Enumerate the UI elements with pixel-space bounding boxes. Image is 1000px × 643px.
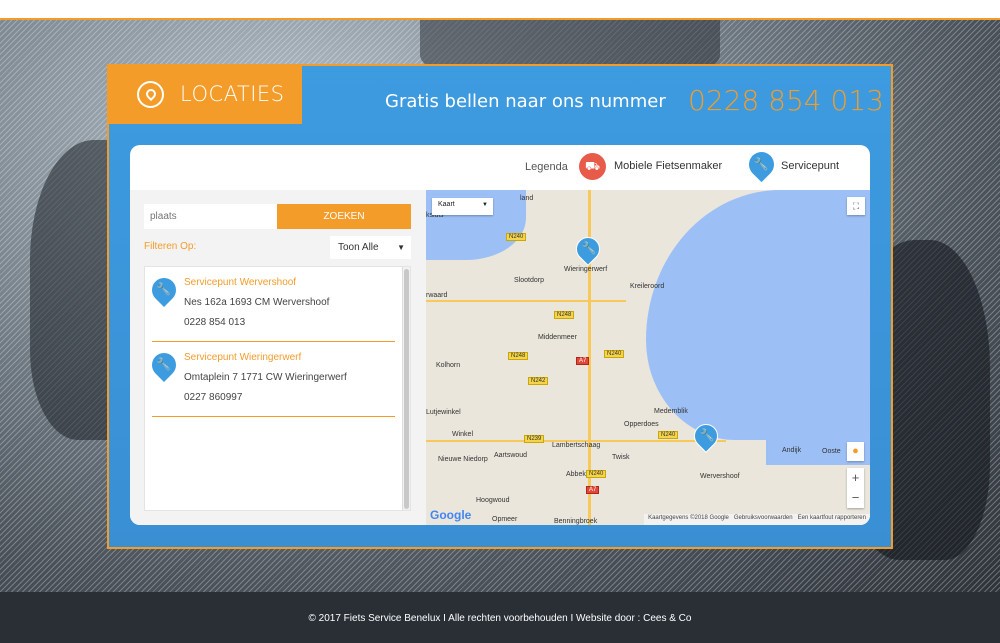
legend-service-label: Servicepunt: [781, 160, 840, 172]
map-label: Twisk: [612, 454, 630, 461]
map-marker-wieringerwerf[interactable]: 🔧: [571, 232, 605, 266]
road-badge: N248: [508, 352, 529, 360]
map-label: land: [520, 195, 534, 202]
map-type-label: Kaart: [438, 201, 455, 208]
wrench-icon: 🔧: [743, 146, 780, 183]
locations-title: LOCATIES: [180, 82, 285, 106]
location-pin-icon: [137, 80, 164, 108]
google-logo: Google: [430, 508, 472, 522]
locations-card: Legenda ⛟ Mobiele Fietsenmaker 🔧 Service…: [130, 145, 870, 525]
truck-icon: ⛟: [579, 153, 606, 180]
list-item[interactable]: 🔧 Servicepunt Wieringerwerf Omtaplein 7 …: [147, 342, 395, 417]
map-label: Lambertschaag: [552, 442, 601, 449]
map[interactable]: land ksluis Wieringerwerf Slootdorp Krei…: [426, 190, 870, 525]
road-badge: N240: [604, 350, 625, 358]
map-label: Aartswoud: [494, 452, 528, 459]
wrench-icon: 🔧: [147, 273, 181, 307]
search-sidebar: ZOEKEN Filteren Op: Toon Alle ▼ 🔧 Servic…: [130, 190, 426, 525]
legend-mobile-label: Mobiele Fietsenmaker: [614, 160, 723, 172]
map-label: Opperdoes: [624, 421, 659, 428]
footer-text: © 2017 Fiets Service Benelux I Alle rech…: [308, 613, 692, 624]
map-road: [426, 300, 626, 302]
filter-select[interactable]: Toon Alle ▼: [330, 236, 411, 259]
road-badge: A7: [576, 357, 590, 365]
map-label: Lutjewinkel: [426, 409, 461, 416]
attribution-terms[interactable]: Gebruiksvoorwaarden: [734, 515, 793, 521]
pegman-icon[interactable]: ●: [847, 442, 864, 461]
call-text: Gratis bellen naar ons nummer: [385, 91, 666, 112]
map-label: Wervershoof: [700, 473, 740, 480]
filter-selected-value: Toon Alle: [338, 242, 379, 253]
map-label: Ooste: [822, 448, 841, 455]
scroll-thumb[interactable]: [404, 269, 409, 509]
map-label: Hoogwoud: [476, 497, 510, 504]
result-phone: 0227 860997: [184, 392, 243, 403]
road-badge: N239: [524, 435, 545, 443]
result-phone: 0228 854 013: [184, 317, 246, 328]
zoom-out-button[interactable]: −: [847, 488, 864, 508]
road-badge: A7: [586, 486, 600, 494]
map-label: Wieringerwerf: [564, 266, 608, 273]
map-label: Opmeer: [492, 516, 518, 523]
map-water: [646, 190, 870, 440]
legend-label: Legenda: [525, 161, 568, 173]
search-input[interactable]: [144, 204, 277, 229]
footer: © 2017 Fiets Service Benelux I Alle rech…: [0, 592, 1000, 643]
result-address: Omtaplein 7 1771 CW Wieringerwerf: [184, 372, 347, 383]
filter-label: Filteren Op:: [144, 241, 197, 252]
top-bar: [0, 0, 1000, 20]
legend: Legenda ⛟ Mobiele Fietsenmaker 🔧 Service…: [130, 145, 870, 190]
zoom-control: + −: [847, 468, 864, 508]
map-label: Benningbroek: [554, 518, 598, 525]
attribution-report[interactable]: Een kaartfout rapporteren: [798, 515, 866, 521]
fullscreen-icon[interactable]: ⛶: [847, 197, 865, 215]
map-label: Andijk: [782, 447, 802, 454]
map-label: Slootdorp: [514, 277, 544, 284]
map-label: Nieuwe Niedorp: [438, 456, 488, 463]
wrench-icon: 🔧: [147, 348, 181, 382]
phone-number[interactable]: 0228 854 013: [688, 84, 884, 117]
road-badge: N248: [554, 311, 575, 319]
map-type-select[interactable]: Kaart ▼: [432, 198, 493, 215]
road-badge: N240: [586, 470, 607, 478]
road-badge: N240: [506, 233, 527, 241]
search-button[interactable]: ZOEKEN: [277, 204, 411, 229]
map-label: rwaard: [426, 292, 448, 299]
result-name[interactable]: Servicepunt Wieringerwerf: [184, 352, 301, 363]
road-badge: N240: [658, 431, 679, 439]
result-name[interactable]: Servicepunt Wervershoof: [184, 277, 296, 288]
chevron-down-icon: ▼: [397, 243, 405, 252]
zoom-in-button[interactable]: +: [847, 468, 864, 488]
map-label: Middenmeer: [538, 334, 577, 341]
locations-tab: LOCATIES: [107, 64, 302, 124]
map-label: Medemblik: [654, 408, 688, 415]
map-attribution: Kaartgegevens ©2018 Google Gebruiksvoorw…: [644, 514, 870, 525]
map-label: Winkel: [452, 431, 474, 438]
road-badge: N242: [528, 377, 549, 385]
map-label: Kreileroord: [630, 283, 665, 290]
list-item[interactable]: 🔧 Servicepunt Wervershoof Nes 162a 1693 …: [147, 267, 395, 342]
chevron-down-icon: ▼: [482, 202, 488, 208]
attribution-data: Kaartgegevens ©2018 Google: [648, 515, 729, 521]
results-list: 🔧 Servicepunt Wervershoof Nes 162a 1693 …: [144, 266, 411, 511]
results-scrollbar[interactable]: [402, 267, 410, 510]
result-address: Nes 162a 1693 CM Wervershoof: [184, 297, 330, 308]
map-label: Kolhorn: [436, 362, 461, 369]
